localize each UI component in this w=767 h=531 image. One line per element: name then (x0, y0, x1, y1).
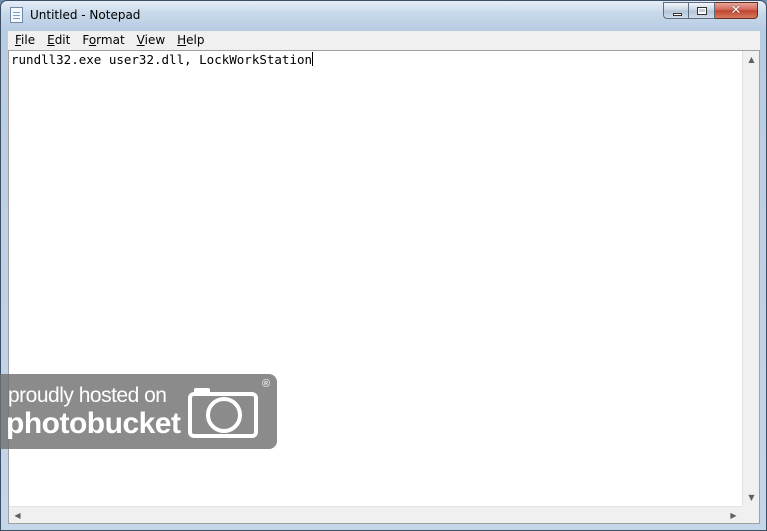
maximize-button[interactable] (689, 2, 715, 19)
horizontal-scrollbar[interactable]: ◀ ▶ (9, 506, 742, 523)
menu-format[interactable]: Format (76, 31, 130, 50)
watermark-line1: proudly hosted on (8, 384, 167, 407)
size-grip[interactable] (742, 506, 759, 523)
menu-file[interactable]: File (8, 31, 41, 50)
menu-edit[interactable]: Edit (41, 31, 76, 50)
editor-content: rundll32.exe user32.dll, LockWorkStation (11, 52, 313, 67)
close-button[interactable]: ✕ (715, 2, 758, 19)
camera-logo (188, 388, 258, 438)
registered-mark: ® (262, 378, 271, 390)
notepad-icon[interactable] (10, 7, 23, 23)
minimize-icon (673, 13, 682, 16)
watermark-line2: photobucket (6, 407, 181, 440)
menu-bar: File Edit Format View Help (8, 31, 760, 51)
vertical-scrollbar[interactable]: ▲ ▼ (742, 51, 759, 506)
scroll-down-icon[interactable]: ▼ (743, 489, 760, 506)
editor-text[interactable]: rundll32.exe user32.dll, LockWorkStation (11, 52, 314, 68)
title-bar[interactable]: Untitled - Notepad ✕ (1, 1, 766, 31)
maximize-icon (697, 7, 707, 15)
scroll-right-icon[interactable]: ▶ (725, 507, 742, 524)
caption-buttons: ✕ (663, 2, 758, 20)
notepad-window: Untitled - Notepad ✕ File Edit Format Vi… (0, 0, 767, 531)
scroll-up-icon[interactable]: ▲ (743, 51, 760, 68)
close-icon: ✕ (730, 3, 742, 18)
menu-help[interactable]: Help (171, 31, 210, 50)
photobucket-watermark: proudly hosted on photobucket ® (0, 374, 277, 449)
scroll-left-icon[interactable]: ◀ (9, 507, 26, 524)
text-caret (312, 52, 314, 66)
window-title: Untitled - Notepad (30, 8, 141, 22)
menu-view[interactable]: View (131, 31, 171, 50)
text-editor[interactable]: rundll32.exe user32.dll, LockWorkStation… (8, 50, 760, 524)
minimize-button[interactable] (663, 2, 689, 19)
